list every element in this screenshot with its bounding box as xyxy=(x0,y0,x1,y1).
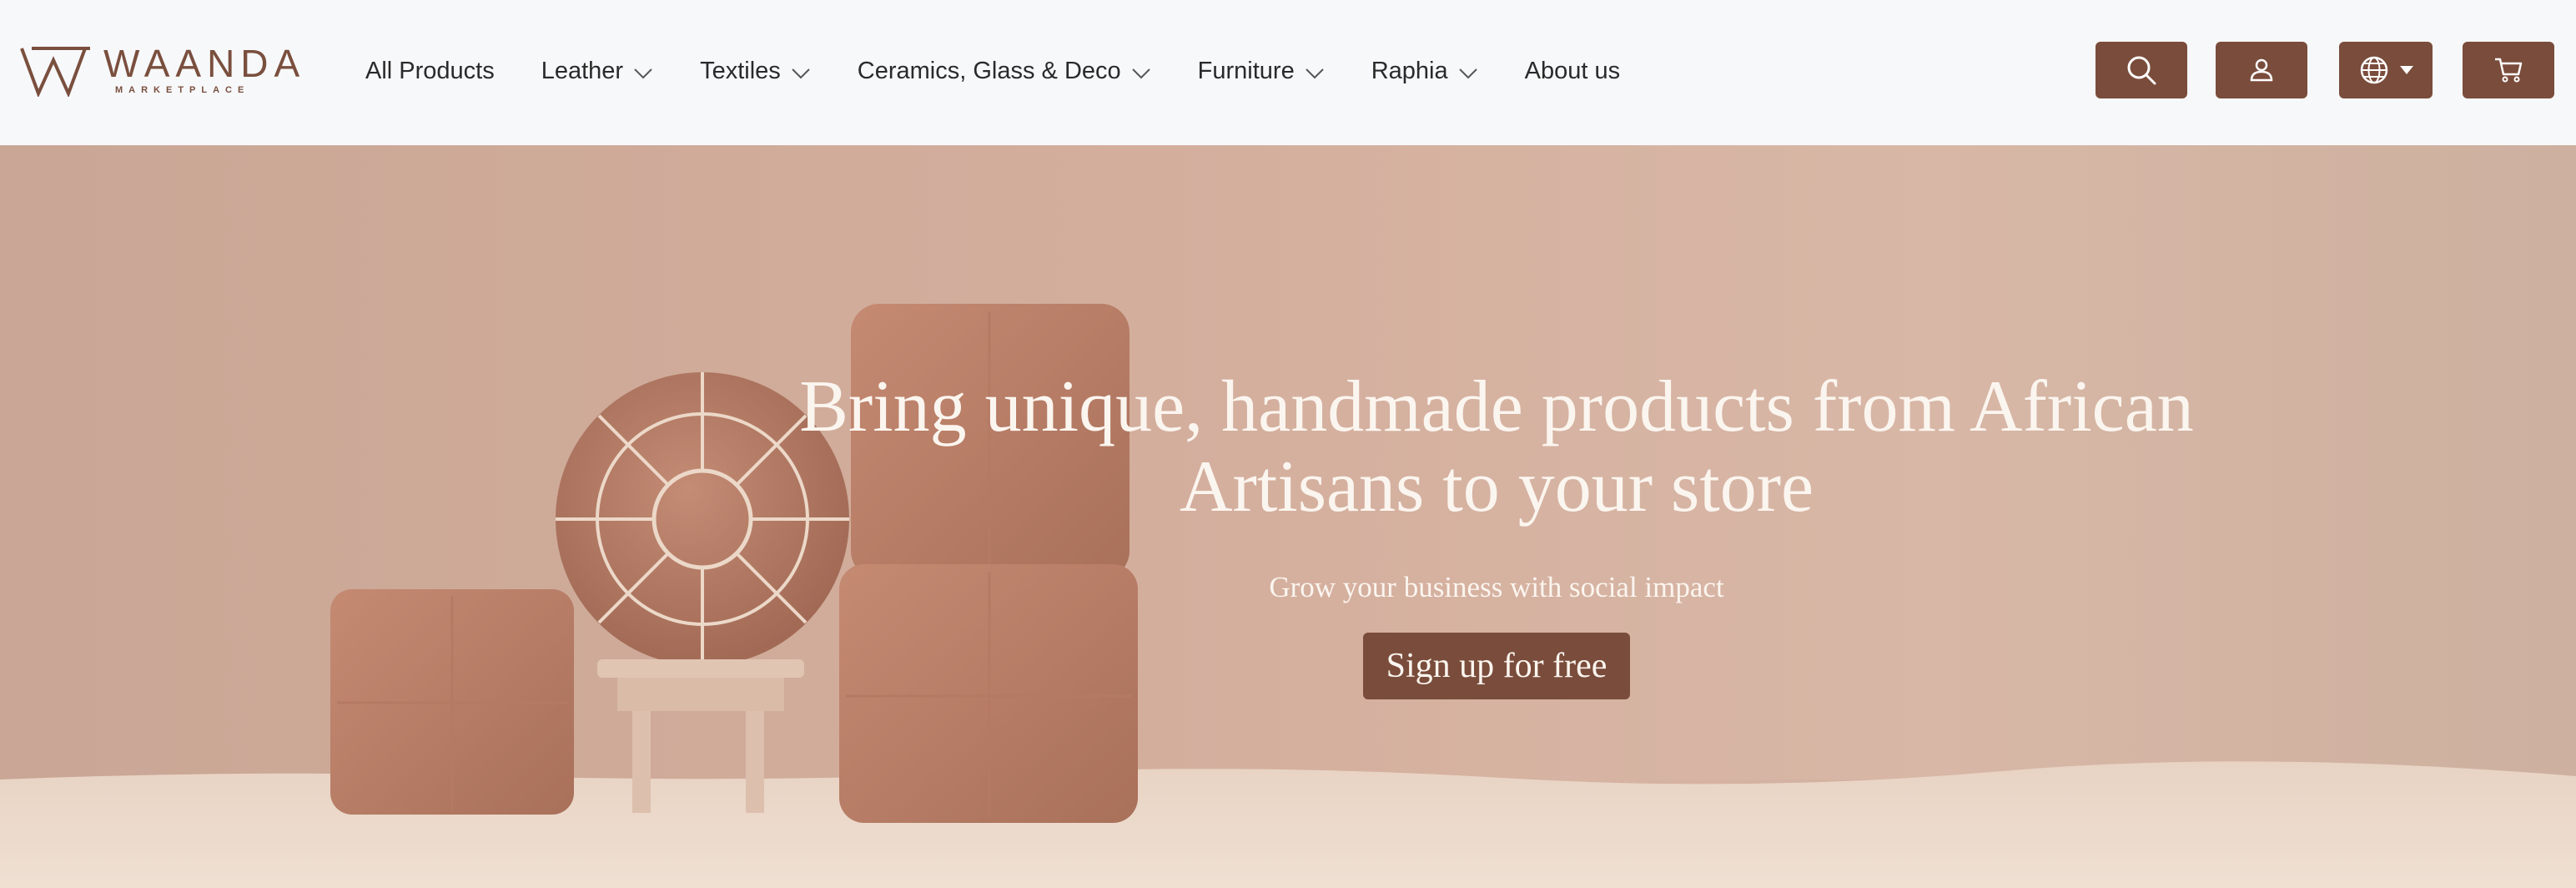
chevron-down-icon xyxy=(634,68,652,79)
chevron-down-icon xyxy=(792,68,810,79)
nav-leather[interactable]: Leather xyxy=(541,50,653,92)
nav-textiles[interactable]: Textiles xyxy=(700,50,811,92)
caret-down-icon xyxy=(2400,66,2413,74)
nav-label: Textiles xyxy=(700,57,781,84)
account-button[interactable] xyxy=(2216,42,2307,98)
globe-icon xyxy=(2360,56,2388,84)
nav-about-us[interactable]: About us xyxy=(1525,50,1620,92)
user-icon xyxy=(2250,58,2273,82)
chevron-down-icon xyxy=(1131,68,1150,79)
nav-ceramics-glass-deco[interactable]: Ceramics, Glass & Deco xyxy=(858,50,1151,92)
nav-label: Leather xyxy=(541,57,624,84)
chevron-down-icon xyxy=(1458,68,1477,79)
hero-banner: Bring unique, handmade products from Afr… xyxy=(0,145,2576,888)
hero-title: Bring unique, handmade products from Afr… xyxy=(664,367,2329,527)
nav-label: Ceramics, Glass & Deco xyxy=(857,57,1121,84)
nav-label: Furniture xyxy=(1197,57,1295,84)
brand-tagline: MARKETPLACE xyxy=(115,85,250,95)
hero-title-line-1: Bring unique, handmade products from Afr… xyxy=(799,366,2194,447)
cart-icon xyxy=(2495,58,2523,83)
hero-subtitle: Grow your business with social impact xyxy=(1269,571,1724,603)
chevron-down-icon xyxy=(1305,68,1324,79)
nav-furniture[interactable]: Furniture xyxy=(1198,50,1325,92)
cart-button[interactable] xyxy=(2463,42,2554,98)
search-button[interactable] xyxy=(2096,42,2187,98)
logo-mark-icon xyxy=(20,47,90,97)
signup-button[interactable]: Sign up for free xyxy=(1362,633,1631,699)
site-header: WAANDA MARKETPLACE All Products Leather … xyxy=(0,0,2576,145)
nav-raphia[interactable]: Raphia xyxy=(1371,50,1478,92)
language-selector-button[interactable] xyxy=(2339,42,2433,98)
nav-label: All Products xyxy=(365,57,495,84)
brand-name: WAANDA xyxy=(103,42,306,85)
search-icon xyxy=(2127,56,2156,85)
main-nav: All Products Leather Textiles Ceramics, … xyxy=(365,50,1667,92)
waanda-logo[interactable]: WAANDA MARKETPLACE xyxy=(20,42,329,102)
hero-content: Bring unique, handmade products from Afr… xyxy=(664,367,2329,699)
nav-label: Raphia xyxy=(1371,57,1448,84)
nav-all-products[interactable]: All Products xyxy=(365,50,495,92)
nav-label: About us xyxy=(1524,57,1621,84)
hero-title-line-2: Artisans to your store xyxy=(1179,447,1814,527)
